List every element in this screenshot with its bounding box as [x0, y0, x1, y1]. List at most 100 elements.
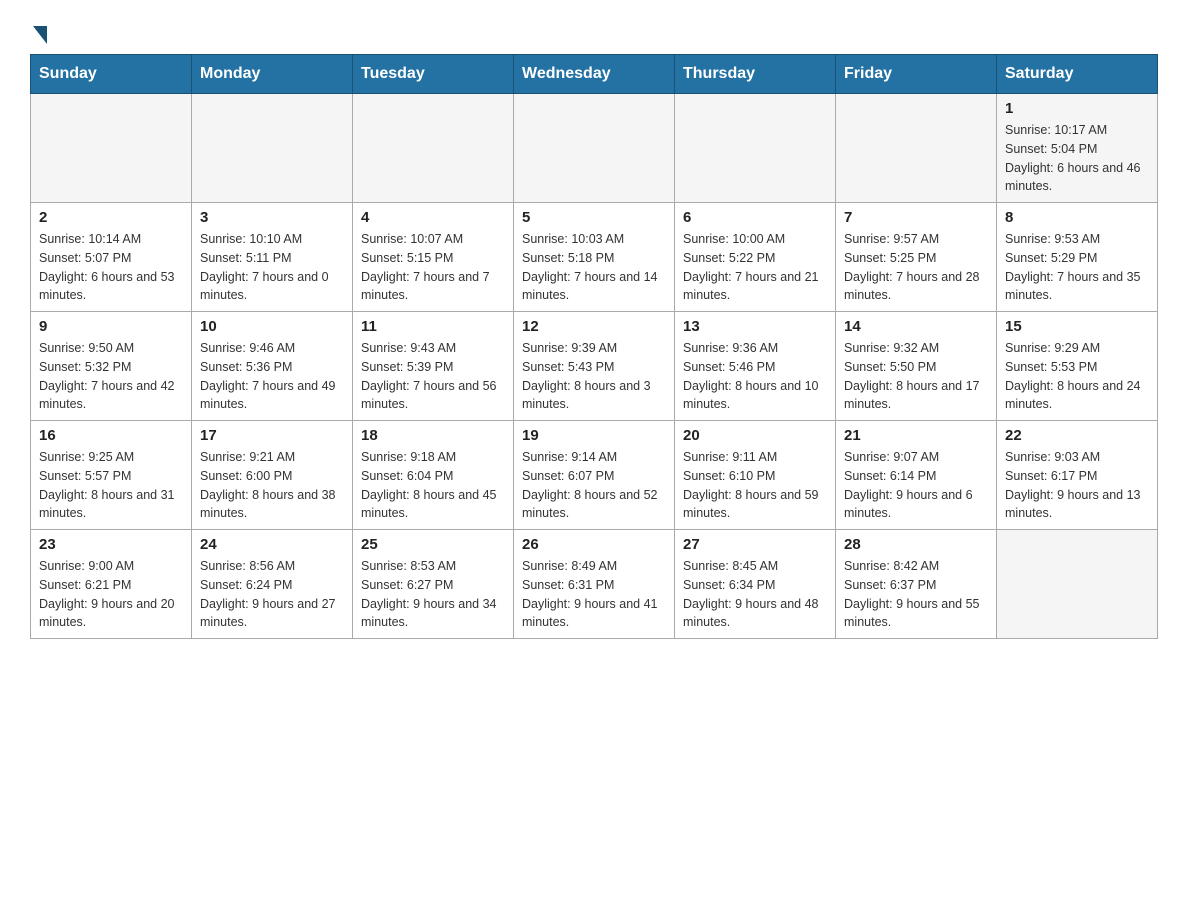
day-number: 4: [361, 209, 505, 226]
day-info: Sunrise: 8:45 AMSunset: 6:34 PMDaylight:…: [683, 557, 827, 632]
day-cell: 21 Sunrise: 9:07 AMSunset: 6:14 PMDayligh…: [836, 421, 997, 530]
day-number: 23: [39, 536, 183, 553]
day-cell: 19 Sunrise: 9:14 AMSunset: 6:07 PMDayligh…: [514, 421, 675, 530]
day-info: Sunrise: 9:46 AMSunset: 5:36 PMDaylight:…: [200, 339, 344, 414]
day-cell: 14Sunrise: 9:32 AMSunset: 5:50 PMDayligh…: [836, 312, 997, 421]
day-number: 20: [683, 427, 827, 444]
day-cell: 18 Sunrise: 9:18 AMSunset: 6:04 PMDayligh…: [353, 421, 514, 530]
day-number: 12: [522, 318, 666, 335]
day-info: Sunrise: 9:39 AMSunset: 5:43 PMDaylight:…: [522, 339, 666, 414]
day-cell: 1 Sunrise: 10:17 AMSunset: 5:04 PMDayligh…: [997, 94, 1158, 203]
day-info: Sunrise: 8:49 AMSunset: 6:31 PMDaylight:…: [522, 557, 666, 632]
day-cell: [31, 94, 192, 203]
day-header-saturday: Saturday: [997, 55, 1158, 94]
day-number: 19: [522, 427, 666, 444]
day-info: Sunrise: 9:43 AMSunset: 5:39 PMDaylight:…: [361, 339, 505, 414]
day-header-sunday: Sunday: [31, 55, 192, 94]
day-info: Sunrise: 10:14 AMSunset: 5:07 PMDaylight…: [39, 230, 183, 305]
day-number: 1: [1005, 100, 1149, 117]
day-info: Sunrise: 9:57 AMSunset: 5:25 PMDaylight:…: [844, 230, 988, 305]
day-cell: 15Sunrise: 9:29 AMSunset: 5:53 PMDayligh…: [997, 312, 1158, 421]
day-number: 16: [39, 427, 183, 444]
day-info: Sunrise: 8:56 AMSunset: 6:24 PMDaylight:…: [200, 557, 344, 632]
day-cell: 20 Sunrise: 9:11 AMSunset: 6:10 PMDayligh…: [675, 421, 836, 530]
day-number: 18: [361, 427, 505, 444]
day-number: 7: [844, 209, 988, 226]
logo-arrow-icon: [33, 26, 47, 44]
day-cell: [997, 530, 1158, 639]
day-number: 21: [844, 427, 988, 444]
day-info: Sunrise: 9:21 AMSunset: 6:00 PMDaylight:…: [200, 448, 344, 523]
day-cell: [514, 94, 675, 203]
day-number: 3: [200, 209, 344, 226]
day-info: Sunrise: 10:07 AMSunset: 5:15 PMDaylight…: [361, 230, 505, 305]
day-number: 25: [361, 536, 505, 553]
day-number: 14: [844, 318, 988, 335]
week-row-1: 2 Sunrise: 10:14 AMSunset: 5:07 PMDayligh…: [31, 203, 1158, 312]
day-cell: 7 Sunrise: 9:57 AMSunset: 5:25 PMDaylight…: [836, 203, 997, 312]
day-info: Sunrise: 9:53 AMSunset: 5:29 PMDaylight:…: [1005, 230, 1149, 305]
week-row-0: 1 Sunrise: 10:17 AMSunset: 5:04 PMDayligh…: [31, 94, 1158, 203]
calendar-table: SundayMondayTuesdayWednesdayThursdayFrid…: [30, 54, 1158, 639]
day-info: Sunrise: 9:18 AMSunset: 6:04 PMDaylight:…: [361, 448, 505, 523]
day-info: Sunrise: 10:17 AMSunset: 5:04 PMDaylight…: [1005, 121, 1149, 196]
page-header: [30, 20, 1158, 44]
day-cell: [353, 94, 514, 203]
day-cell: [675, 94, 836, 203]
day-number: 26: [522, 536, 666, 553]
day-cell: 16 Sunrise: 9:25 AMSunset: 5:57 PMDayligh…: [31, 421, 192, 530]
day-cell: 26 Sunrise: 8:49 AMSunset: 6:31 PMDayligh…: [514, 530, 675, 639]
day-info: Sunrise: 9:50 AMSunset: 5:32 PMDaylight:…: [39, 339, 183, 414]
day-info: Sunrise: 9:36 AMSunset: 5:46 PMDaylight:…: [683, 339, 827, 414]
day-cell: 27Sunrise: 8:45 AMSunset: 6:34 PMDayligh…: [675, 530, 836, 639]
day-number: 8: [1005, 209, 1149, 226]
day-header-wednesday: Wednesday: [514, 55, 675, 94]
day-cell: [192, 94, 353, 203]
day-info: Sunrise: 9:11 AMSunset: 6:10 PMDaylight:…: [683, 448, 827, 523]
day-number: 11: [361, 318, 505, 335]
day-info: Sunrise: 9:25 AMSunset: 5:57 PMDaylight:…: [39, 448, 183, 523]
day-cell: 3 Sunrise: 10:10 AMSunset: 5:11 PMDayligh…: [192, 203, 353, 312]
day-number: 22: [1005, 427, 1149, 444]
day-cell: 17 Sunrise: 9:21 AMSunset: 6:00 PMDayligh…: [192, 421, 353, 530]
week-row-4: 23 Sunrise: 9:00 AMSunset: 6:21 PMDayligh…: [31, 530, 1158, 639]
calendar-header: SundayMondayTuesdayWednesdayThursdayFrid…: [31, 55, 1158, 94]
day-cell: 25Sunrise: 8:53 AMSunset: 6:27 PMDayligh…: [353, 530, 514, 639]
day-info: Sunrise: 9:29 AMSunset: 5:53 PMDaylight:…: [1005, 339, 1149, 414]
day-header-tuesday: Tuesday: [353, 55, 514, 94]
day-info: Sunrise: 10:03 AMSunset: 5:18 PMDaylight…: [522, 230, 666, 305]
logo-top: [30, 20, 47, 44]
day-info: Sunrise: 9:07 AMSunset: 6:14 PMDaylight:…: [844, 448, 988, 523]
day-headers-row: SundayMondayTuesdayWednesdayThursdayFrid…: [31, 55, 1158, 94]
day-cell: 4 Sunrise: 10:07 AMSunset: 5:15 PMDayligh…: [353, 203, 514, 312]
logo: [30, 20, 47, 44]
day-cell: 6 Sunrise: 10:00 AMSunset: 5:22 PMDayligh…: [675, 203, 836, 312]
day-info: Sunrise: 10:00 AMSunset: 5:22 PMDaylight…: [683, 230, 827, 305]
day-cell: 12 Sunrise: 9:39 AMSunset: 5:43 PMDayligh…: [514, 312, 675, 421]
day-header-thursday: Thursday: [675, 55, 836, 94]
day-cell: 23 Sunrise: 9:00 AMSunset: 6:21 PMDayligh…: [31, 530, 192, 639]
day-info: Sunrise: 9:03 AMSunset: 6:17 PMDaylight:…: [1005, 448, 1149, 523]
week-row-2: 9 Sunrise: 9:50 AMSunset: 5:32 PMDaylight…: [31, 312, 1158, 421]
day-number: 24: [200, 536, 344, 553]
day-number: 10: [200, 318, 344, 335]
day-cell: 9 Sunrise: 9:50 AMSunset: 5:32 PMDaylight…: [31, 312, 192, 421]
day-info: Sunrise: 10:10 AMSunset: 5:11 PMDaylight…: [200, 230, 344, 305]
day-number: 6: [683, 209, 827, 226]
day-number: 9: [39, 318, 183, 335]
day-number: 5: [522, 209, 666, 226]
day-number: 13: [683, 318, 827, 335]
day-number: 2: [39, 209, 183, 226]
day-info: Sunrise: 9:00 AMSunset: 6:21 PMDaylight:…: [39, 557, 183, 632]
day-cell: 11 Sunrise: 9:43 AMSunset: 5:39 PMDayligh…: [353, 312, 514, 421]
day-number: 17: [200, 427, 344, 444]
day-cell: 24 Sunrise: 8:56 AMSunset: 6:24 PMDayligh…: [192, 530, 353, 639]
day-cell: 28Sunrise: 8:42 AMSunset: 6:37 PMDayligh…: [836, 530, 997, 639]
day-info: Sunrise: 9:14 AMSunset: 6:07 PMDaylight:…: [522, 448, 666, 523]
calendar-body: 1 Sunrise: 10:17 AMSunset: 5:04 PMDayligh…: [31, 94, 1158, 639]
day-cell: 10 Sunrise: 9:46 AMSunset: 5:36 PMDayligh…: [192, 312, 353, 421]
day-number: 28: [844, 536, 988, 553]
day-header-monday: Monday: [192, 55, 353, 94]
day-cell: 2 Sunrise: 10:14 AMSunset: 5:07 PMDayligh…: [31, 203, 192, 312]
week-row-3: 16 Sunrise: 9:25 AMSunset: 5:57 PMDayligh…: [31, 421, 1158, 530]
